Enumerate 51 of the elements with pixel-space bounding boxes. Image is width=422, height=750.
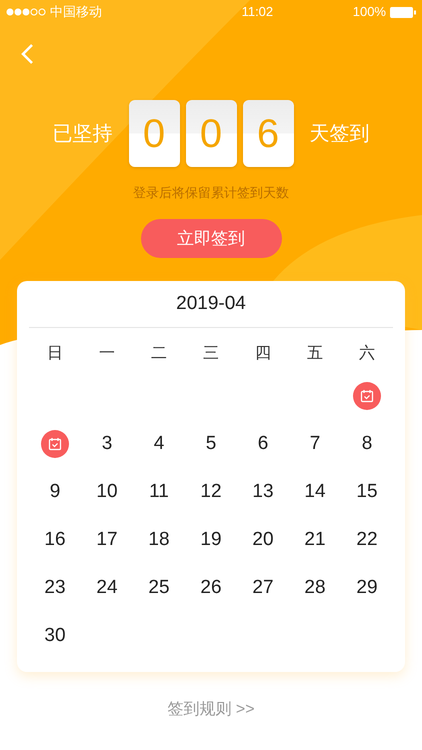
- day-number[interactable]: 28: [304, 574, 326, 602]
- calendar-check-icon: [48, 437, 62, 451]
- day-number[interactable]: 24: [96, 574, 118, 602]
- day-number[interactable]: 5: [206, 430, 216, 458]
- digit-card: 6: [242, 100, 294, 167]
- day-number[interactable]: 3: [102, 430, 112, 458]
- day-number[interactable]: 25: [148, 574, 170, 602]
- day-number[interactable]: 16: [44, 526, 66, 554]
- signed-day-badge[interactable]: [353, 382, 381, 410]
- day-number[interactable]: 23: [44, 574, 66, 602]
- day-number[interactable]: 26: [200, 574, 222, 602]
- carrier-name: 中国移动: [50, 3, 102, 22]
- day-number[interactable]: 14: [304, 478, 326, 506]
- day-number[interactable]: 18: [148, 526, 170, 554]
- day-number[interactable]: 20: [252, 526, 274, 554]
- digit-card: 0: [128, 100, 180, 167]
- day-number[interactable]: 8: [362, 430, 372, 458]
- calendar-check-icon: [360, 389, 374, 403]
- weekday-label: 日: [47, 344, 63, 364]
- day-number[interactable]: 9: [50, 478, 60, 506]
- weekday-label: 一: [99, 344, 115, 364]
- day-number[interactable]: 6: [258, 430, 268, 458]
- day-number[interactable]: 27: [252, 574, 274, 602]
- signal-icon: [6, 8, 46, 16]
- clock-time: 11:02: [242, 3, 274, 22]
- battery-percent: 100%: [352, 3, 386, 22]
- weekday-label: 六: [359, 344, 375, 364]
- login-hint: 登录后将保留累计签到天数: [133, 185, 289, 200]
- day-number[interactable]: 4: [154, 430, 164, 458]
- day-number[interactable]: 15: [356, 478, 378, 506]
- day-number[interactable]: 11: [149, 478, 169, 506]
- weekday-label: 二: [151, 344, 167, 364]
- day-number[interactable]: 30: [44, 622, 66, 650]
- day-number[interactable]: 19: [200, 526, 222, 554]
- day-number[interactable]: 21: [304, 526, 326, 554]
- calendar-month: 2019-04: [176, 292, 246, 316]
- weekday-label: 四: [255, 344, 271, 364]
- chevron-left-icon: [20, 43, 34, 65]
- streak-prefix: 已坚持: [52, 122, 112, 146]
- day-number[interactable]: 22: [356, 526, 378, 554]
- day-number[interactable]: 29: [356, 574, 378, 602]
- weekday-label: 五: [307, 344, 323, 364]
- day-number[interactable]: 17: [96, 526, 118, 554]
- digit-card: 0: [186, 100, 236, 167]
- day-number[interactable]: 13: [252, 478, 274, 506]
- streak-suffix: 天签到: [310, 122, 370, 146]
- day-number[interactable]: 7: [310, 430, 320, 458]
- day-number[interactable]: 10: [96, 478, 118, 506]
- signed-day-badge[interactable]: [41, 430, 69, 458]
- weekday-label: 三: [203, 344, 219, 364]
- day-number[interactable]: 12: [200, 478, 222, 506]
